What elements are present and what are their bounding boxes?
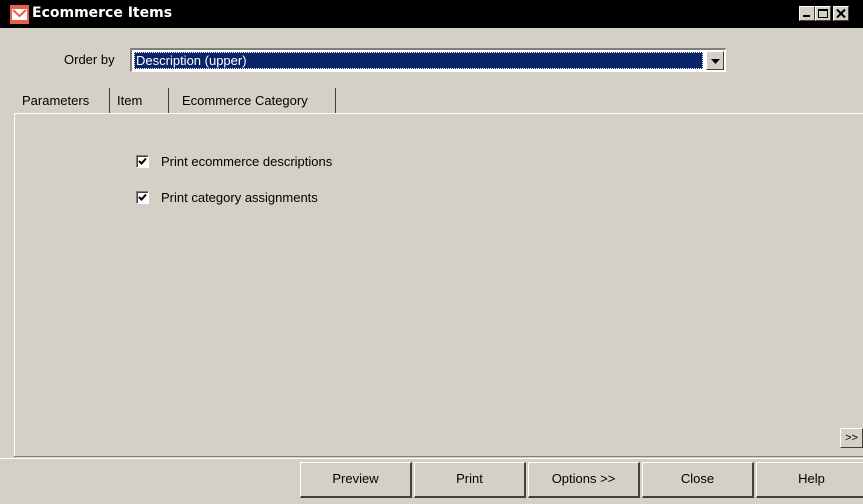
print-category-assignments-label: Print category assignments [161,190,318,205]
close-button[interactable]: Close [642,462,754,498]
expand-button[interactable]: >> [840,428,863,448]
button-bar-separator [0,458,863,459]
tab-item[interactable]: Item [111,88,169,114]
order-by-label: Order by [64,52,115,67]
tab-panel-left-border [14,113,15,457]
tab-parameters[interactable]: Parameters [16,88,110,114]
app-icon [10,5,29,24]
help-button[interactable]: Help [756,462,863,498]
tab-panel-top-border [14,113,863,114]
preview-button[interactable]: Preview [300,462,412,498]
print-button[interactable]: Print [414,462,526,498]
ecommerce-items-window: Ecommerce Items Order by Description (up… [0,0,863,504]
minimize-icon [803,15,810,17]
maximize-icon [818,9,828,18]
window-title: Ecommerce Items [32,5,173,21]
tab-panel-bottom-border [14,456,863,457]
title-bar[interactable]: Ecommerce Items [0,0,863,28]
chevron-down-icon [711,59,720,64]
maximize-button[interactable] [815,6,831,21]
print-ecommerce-descriptions-label: Print ecommerce descriptions [161,154,333,169]
options-button[interactable]: Options >> [528,462,640,498]
close-icon [836,8,846,19]
order-by-dropdown[interactable]: Description (upper) [130,48,726,72]
checkmark-icon [138,193,147,201]
print-category-assignments-checkbox[interactable] [136,191,149,204]
checkmark-icon [138,157,147,165]
order-by-value: Description (upper) [134,52,703,69]
minimize-button[interactable] [799,6,815,21]
dropdown-arrow-button[interactable] [706,51,724,70]
print-ecommerce-descriptions-checkbox[interactable] [136,155,149,168]
tab-ecommerce-category[interactable]: Ecommerce Category [176,88,336,114]
close-window-button[interactable] [833,6,849,21]
